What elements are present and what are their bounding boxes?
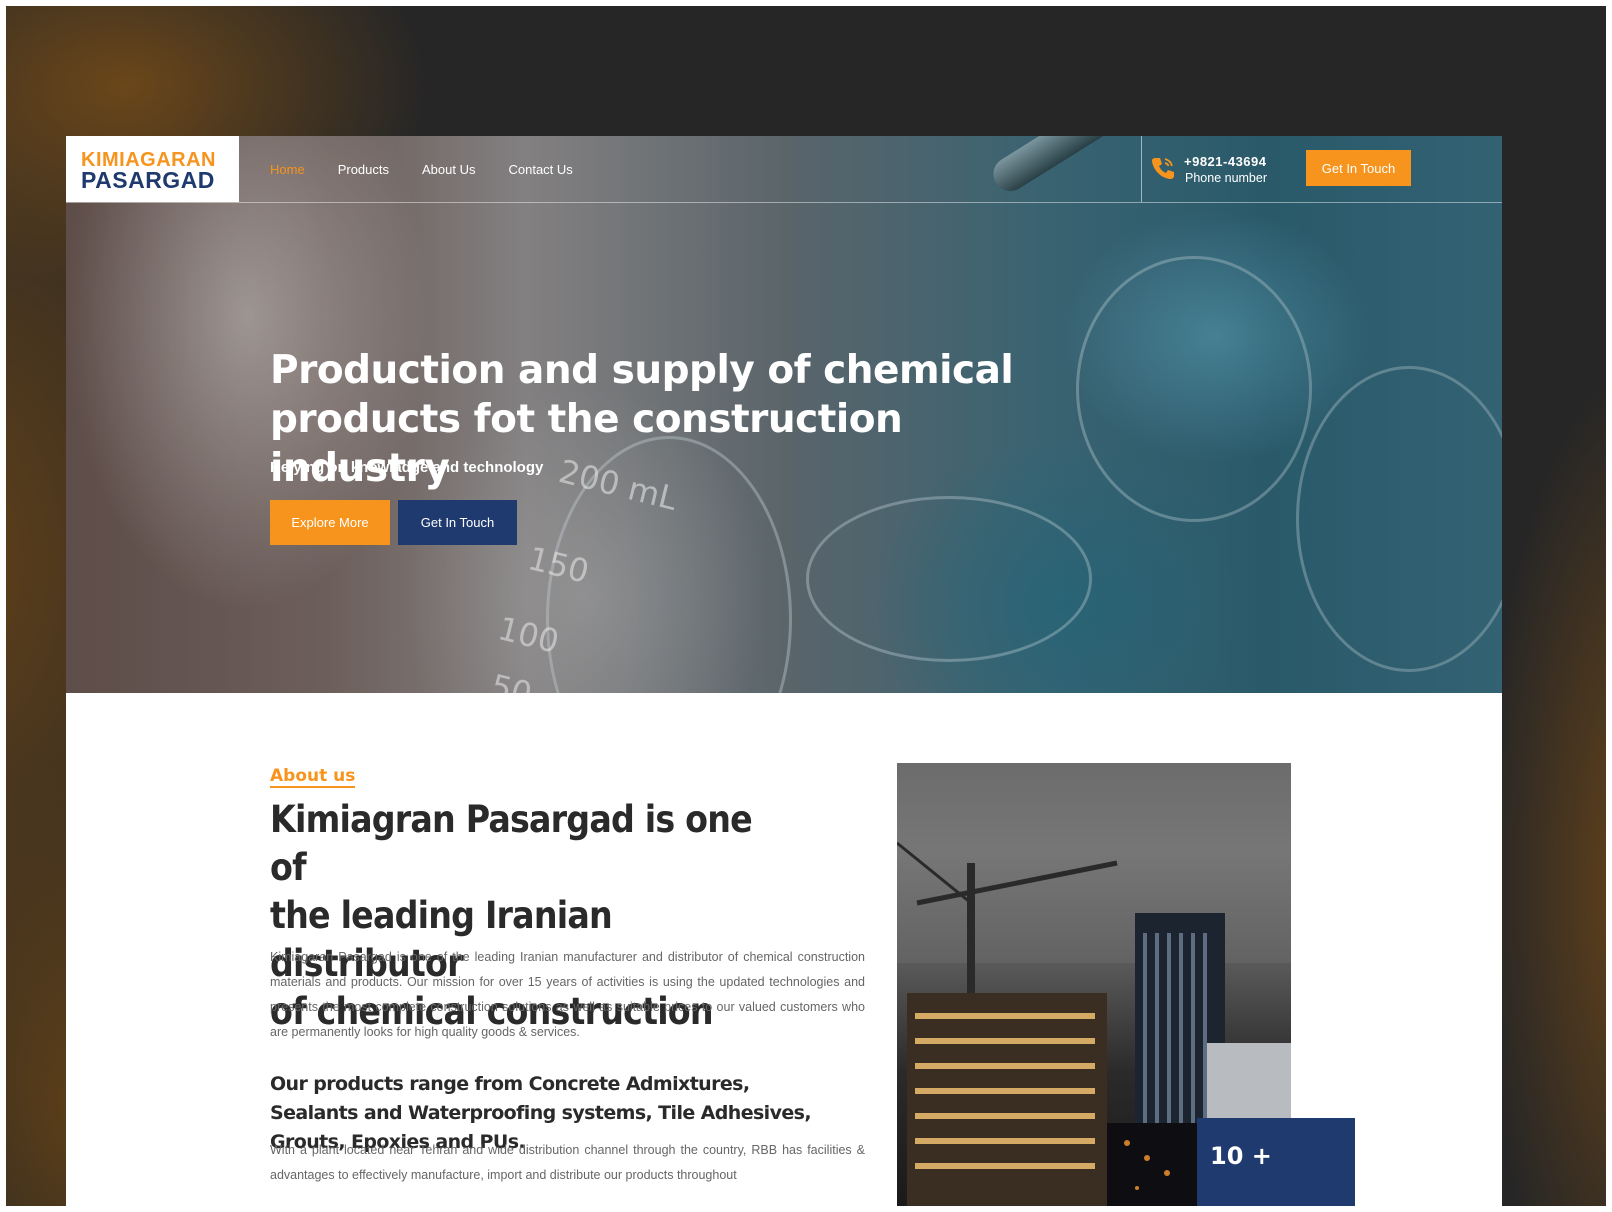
nav-home[interactable]: Home [270, 162, 305, 177]
about-title-line: Kimiagran Pasargad is one of [270, 798, 753, 889]
hero-subtitle: Relying on knowladge and technology [270, 459, 544, 476]
hero-title-line: Production and supply of chemical [270, 348, 1014, 393]
nav-about-us[interactable]: About Us [422, 162, 475, 177]
logo[interactable]: KIMIAGARAN PASARGAD [66, 136, 239, 202]
website: 200 mL 150 100 50 Production and supply … [66, 136, 1502, 1206]
header-divider [1141, 136, 1142, 202]
hero-get-in-touch-button[interactable]: Get In Touch [398, 500, 517, 545]
about-section-label: About us [270, 766, 356, 788]
experience-stat-value: 10 + [1210, 1142, 1272, 1170]
nav-contact-us[interactable]: Contact Us [508, 162, 572, 177]
experience-stat-box: 10 + [1197, 1118, 1355, 1206]
hero-title-line: products fot the construction industry [270, 397, 903, 491]
screenshot-frame: 200 mL 150 100 50 Production and supply … [6, 6, 1606, 1206]
explore-more-button[interactable]: Explore More [270, 500, 390, 545]
phone-label: Phone number [1185, 171, 1268, 185]
main-nav: Home Products About Us Contact Us [270, 136, 606, 202]
phone-number[interactable]: +9821-43694 [1184, 154, 1267, 169]
about-paragraph: Kimiagaran Pasargad is one of the leadin… [270, 950, 865, 1039]
nav-products[interactable]: Products [338, 162, 389, 177]
site-header: KIMIAGARAN PASARGAD Home Products About … [66, 136, 1502, 203]
phone-icon [1152, 158, 1174, 179]
hero-section: 200 mL 150 100 50 Production and supply … [66, 136, 1502, 693]
about-paragraph: With a plant located near Tehran and wid… [270, 1143, 865, 1182]
header-get-in-touch-button[interactable]: Get In Touch [1306, 150, 1411, 186]
logo-text-bottom: PASARGAD [81, 167, 215, 193]
